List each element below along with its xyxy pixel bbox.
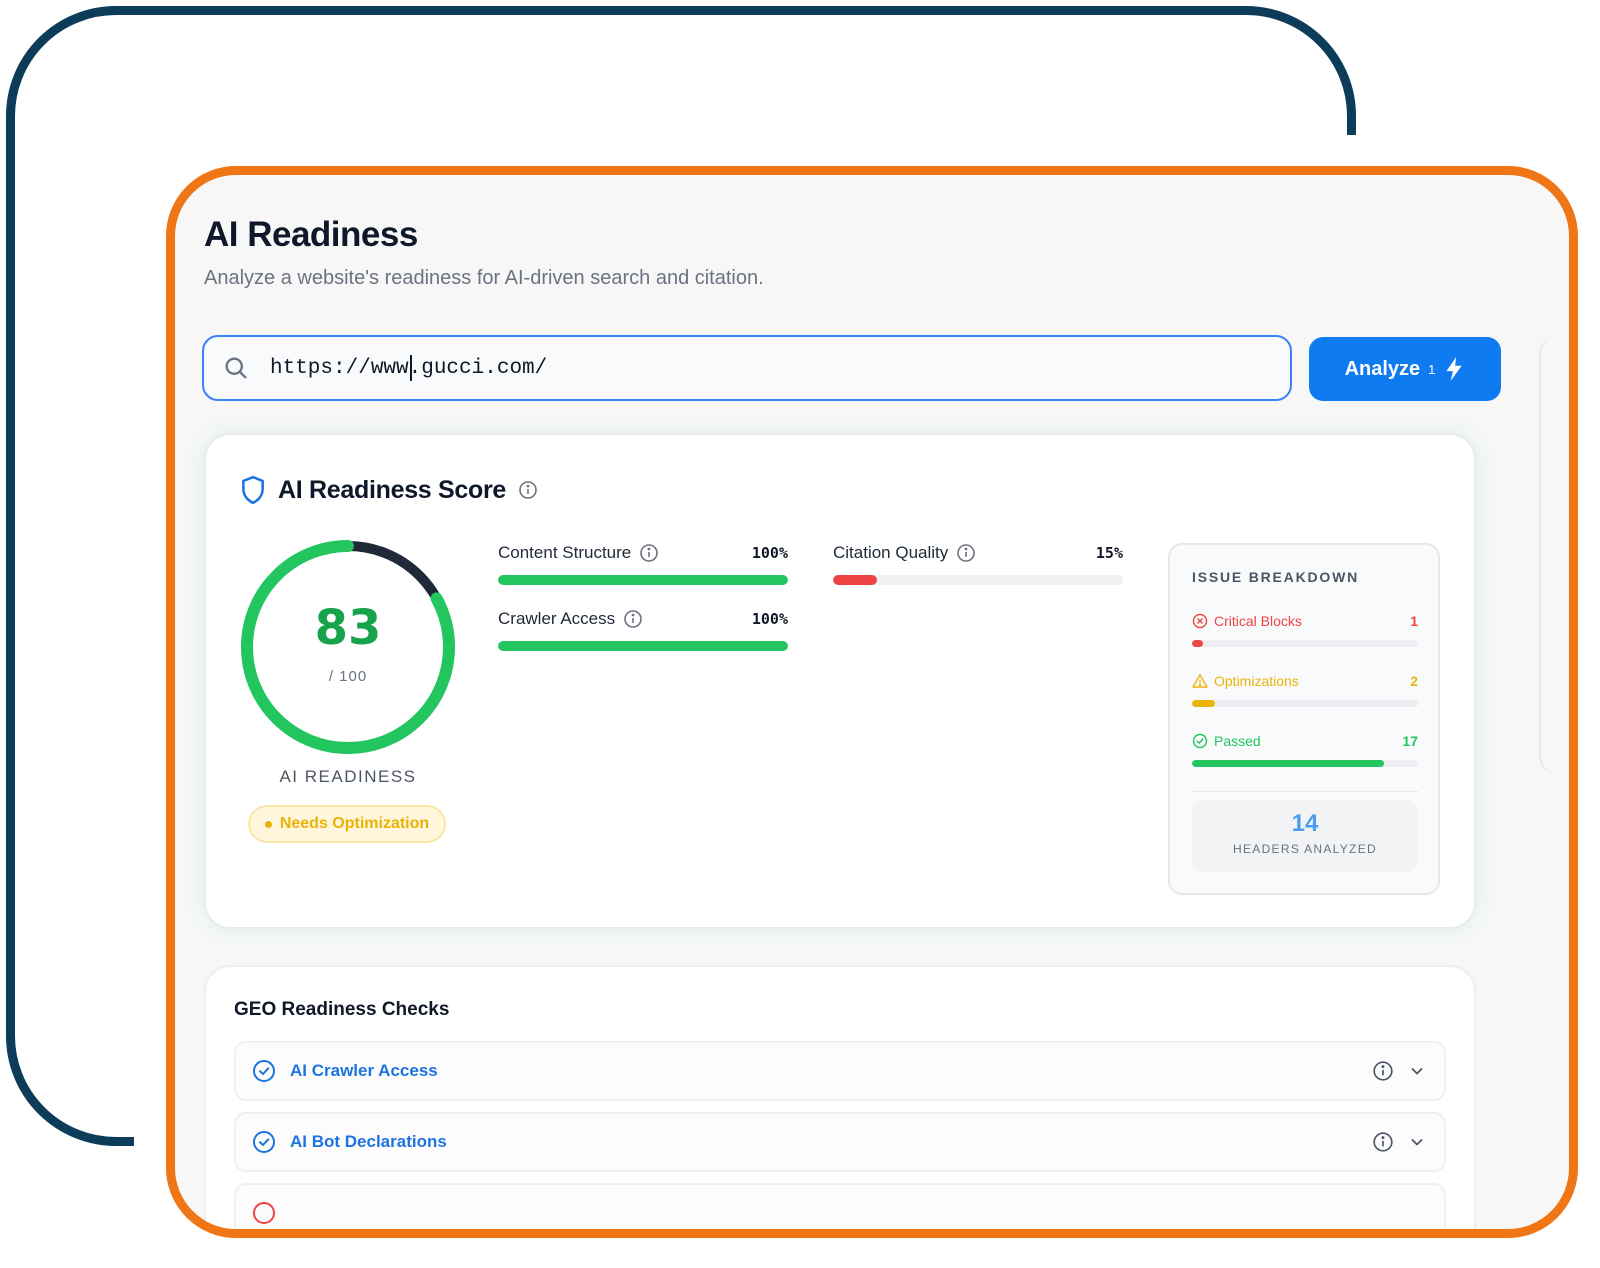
check-label: AI Bot Declarations (290, 1132, 447, 1151)
page-title: AI Readiness (204, 215, 418, 254)
text-caret (410, 355, 412, 381)
status-text: Needs Optimization (279, 815, 430, 832)
chevron-down-icon[interactable] (1408, 1062, 1426, 1080)
geo-readiness-checks-card: GEO Readiness Checks AI Crawler Access A… (204, 965, 1476, 1229)
url-input[interactable] (270, 348, 1170, 388)
score-max: / 100 (328, 668, 368, 685)
issue-progress-fill (1192, 760, 1385, 767)
app-content: AI Readiness Analyze a website's readine… (175, 175, 1569, 1229)
issue-label: Passed (1214, 733, 1261, 749)
checks-title: GEO Readiness Checks (234, 999, 450, 1020)
headers-analyzed-label: HEADERS ANALYZED (1233, 842, 1377, 856)
x-circle-icon (1192, 613, 1208, 629)
issue-optimizations: Optimizations 2 (1192, 671, 1418, 707)
issue-critical-blocks: Critical Blocks 1 (1192, 611, 1418, 647)
url-search-box[interactable] (202, 335, 1292, 401)
issue-count: 1 (1410, 613, 1418, 629)
issue-count: 17 (1402, 733, 1418, 749)
score-caption: AI READINESS (279, 767, 417, 786)
analyze-button-label: Analyze (1344, 357, 1421, 380)
issue-progress-fill (1192, 640, 1204, 647)
metric-citation-quality: Citation Quality 15% (833, 541, 1123, 585)
info-icon[interactable] (639, 543, 659, 563)
metric-percent: 100% (751, 544, 788, 562)
analyze-button[interactable]: Analyze 1 (1309, 337, 1501, 401)
metric-label: Content Structure (498, 543, 632, 562)
info-icon[interactable] (623, 609, 643, 629)
side-panel-edge (1539, 335, 1559, 775)
metric-progress-fill (498, 575, 788, 585)
issue-progress-track (1192, 700, 1418, 707)
check-circle-icon (1192, 733, 1208, 749)
divider (1192, 791, 1418, 792)
x-circle-icon (253, 1202, 275, 1224)
page-subtitle: Analyze a website's readiness for AI-dri… (204, 267, 764, 289)
check-circle-icon (253, 1060, 275, 1082)
lightning-bolt-icon (1446, 357, 1462, 381)
metric-progress-track (498, 641, 788, 651)
headers-analyzed-value: 14 (1291, 810, 1319, 837)
metric-content-structure: Content Structure 100% (498, 541, 788, 585)
metric-percent: 100% (751, 610, 788, 628)
ai-readiness-score-card: AI Readiness Score 83 / 100 AI READINESS… (204, 433, 1476, 929)
shield-icon (242, 475, 264, 505)
check-row-ai-bot-declarations[interactable]: AI Bot Declarations (234, 1112, 1446, 1172)
issue-breakdown-title: ISSUE BREAKDOWN (1192, 569, 1360, 585)
metric-progress-fill (498, 641, 788, 651)
headers-analyzed-box: 14 HEADERS ANALYZED (1192, 800, 1418, 872)
issue-progress-fill (1192, 700, 1215, 707)
issue-progress-track (1192, 640, 1418, 647)
score-card-header: AI Readiness Score (240, 475, 538, 505)
info-icon[interactable] (956, 543, 976, 563)
issue-count: 2 (1410, 673, 1418, 689)
analyze-count: 1 (1428, 361, 1436, 377)
check-row-ai-crawler-access[interactable]: AI Crawler Access (234, 1041, 1446, 1101)
issue-progress-track (1192, 760, 1418, 767)
info-icon[interactable] (518, 480, 538, 500)
check-circle-icon (253, 1131, 275, 1153)
metric-progress-track (833, 575, 1123, 585)
metric-label: Citation Quality (833, 543, 949, 562)
issue-passed: Passed 17 (1192, 731, 1418, 767)
chevron-down-icon[interactable] (1408, 1133, 1426, 1151)
check-label: AI Crawler Access (290, 1061, 438, 1080)
status-dot (264, 820, 272, 828)
issue-label: Optimizations (1214, 673, 1299, 689)
status-badge: Needs Optimization (248, 805, 446, 843)
info-icon[interactable] (1372, 1060, 1394, 1082)
check-row-partial[interactable] (234, 1183, 1446, 1229)
metric-percent: 15% (1095, 544, 1123, 562)
warning-triangle-icon (1192, 674, 1208, 688)
metric-crawler-access: Crawler Access 100% (498, 607, 788, 651)
search-icon (225, 357, 247, 379)
metric-progress-fill (833, 575, 877, 585)
app-window: AI Readiness Analyze a website's readine… (166, 166, 1578, 1238)
info-icon[interactable] (1372, 1131, 1394, 1153)
metric-progress-track (498, 575, 788, 585)
score-value: 83 (314, 600, 382, 656)
issue-breakdown-panel: ISSUE BREAKDOWN Critical Blocks 1 Optimi… (1168, 543, 1440, 895)
score-card-title: AI Readiness Score (278, 475, 507, 504)
metric-label: Crawler Access (498, 609, 616, 628)
issue-label: Critical Blocks (1214, 613, 1302, 629)
